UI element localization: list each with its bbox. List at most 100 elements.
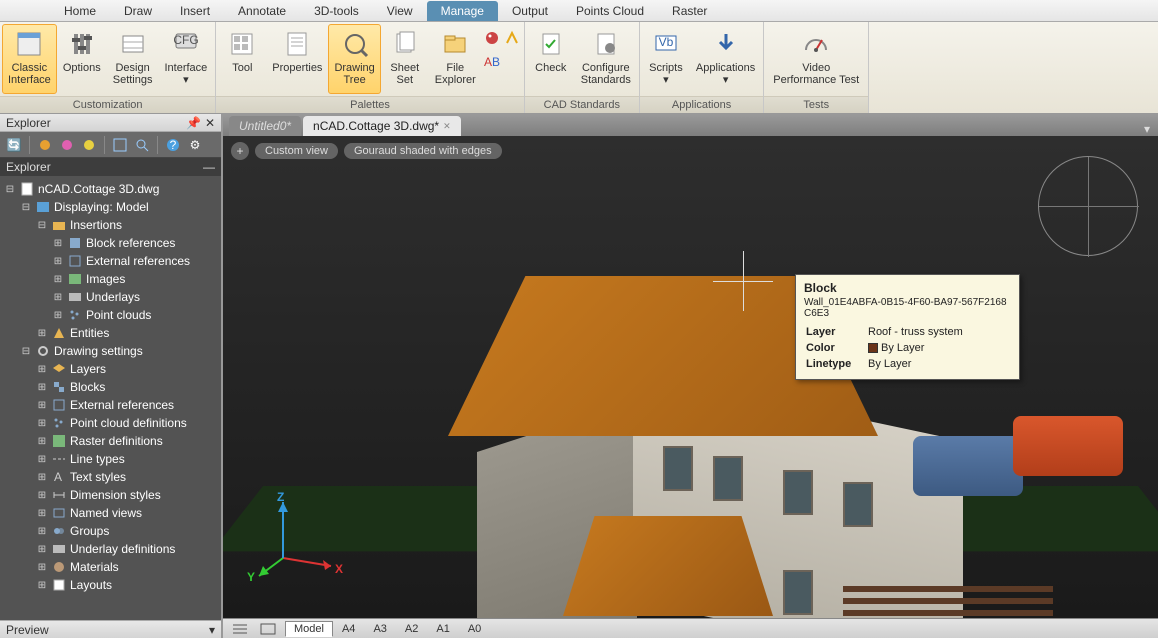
tree-twisty-icon[interactable]: ⊞ bbox=[52, 256, 64, 267]
tree-node[interactable]: ⊞Layers bbox=[2, 360, 219, 378]
close-icon[interactable]: ✕ bbox=[205, 116, 215, 130]
options-button[interactable]: Options bbox=[57, 24, 107, 94]
menu-annotate[interactable]: Annotate bbox=[224, 1, 300, 21]
tree-node[interactable]: ⊞Named views bbox=[2, 504, 219, 522]
check-button[interactable]: Check bbox=[527, 24, 575, 94]
menu-view[interactable]: View bbox=[373, 1, 427, 21]
tree-node[interactable]: ⊟Drawing settings bbox=[2, 342, 219, 360]
tree-twisty-icon[interactable]: ⊞ bbox=[36, 364, 48, 375]
tree-node[interactable]: ⊟Displaying: Model bbox=[2, 198, 219, 216]
palette-small-spark-icon[interactable] bbox=[502, 28, 522, 48]
tree-node[interactable]: ⊟nCAD.Cottage 3D.dwg bbox=[2, 180, 219, 198]
view-compass[interactable] bbox=[1038, 156, 1138, 256]
tree-twisty-icon[interactable]: ⊞ bbox=[36, 562, 48, 573]
menu-output[interactable]: Output bbox=[498, 1, 562, 21]
tree-node[interactable]: ⊞Layouts bbox=[2, 576, 219, 594]
menu-insert[interactable]: Insert bbox=[166, 1, 224, 21]
layout-tab-a2[interactable]: A2 bbox=[396, 621, 427, 637]
tree-node[interactable]: ⊞Underlay definitions bbox=[2, 540, 219, 558]
tree-twisty-icon[interactable]: ⊞ bbox=[36, 400, 48, 411]
tree-node[interactable]: ⊞Materials bbox=[2, 558, 219, 576]
tree-twisty-icon[interactable]: ⊟ bbox=[20, 346, 32, 357]
tree-node[interactable]: ⊞External references bbox=[2, 396, 219, 414]
tree-twisty-icon[interactable]: ⊟ bbox=[36, 220, 48, 231]
tree-node[interactable]: ⊞Line types bbox=[2, 450, 219, 468]
tree-twisty-icon[interactable]: ⊞ bbox=[36, 382, 48, 393]
tree-node[interactable]: ⊞Dimension styles bbox=[2, 486, 219, 504]
layout-tab-a4[interactable]: A4 bbox=[333, 621, 364, 637]
properties-button[interactable]: Properties bbox=[266, 24, 328, 94]
tree-node[interactable]: ⊞Point clouds bbox=[2, 306, 219, 324]
tree-twisty-icon[interactable]: ⊟ bbox=[20, 202, 32, 213]
tree-twisty-icon[interactable]: ⊞ bbox=[36, 544, 48, 555]
tree-node[interactable]: ⊞Groups bbox=[2, 522, 219, 540]
refresh-icon[interactable]: 🔄 bbox=[4, 135, 24, 155]
layout-grid-icon[interactable] bbox=[257, 621, 279, 637]
tree-twisty-icon[interactable]: ⊞ bbox=[52, 310, 64, 321]
tree-node[interactable]: ⊟Insertions bbox=[2, 216, 219, 234]
sheet-set-button[interactable]: Sheet Set bbox=[381, 24, 429, 94]
tabs-menu-icon[interactable]: ▾ bbox=[1136, 122, 1158, 136]
tree-twisty-icon[interactable]: ⊞ bbox=[36, 418, 48, 429]
tree-node[interactable]: ⊞Images bbox=[2, 270, 219, 288]
interface-button[interactable]: CFG Interface ▾ bbox=[158, 24, 213, 94]
layout-list-icon[interactable] bbox=[229, 621, 251, 637]
menu-home[interactable]: Home bbox=[50, 1, 110, 21]
tree-node[interactable]: ⊞Blocks bbox=[2, 378, 219, 396]
axis-gizmo[interactable]: Z X Y bbox=[253, 498, 333, 578]
viewport-add-icon[interactable]: + bbox=[231, 142, 249, 160]
layout-tab-model[interactable]: Model bbox=[285, 621, 333, 637]
tree-twisty-icon[interactable]: ⊞ bbox=[36, 508, 48, 519]
video-perf-button[interactable]: Video Performance Test bbox=[766, 24, 866, 94]
layout-tab-a0[interactable]: A0 bbox=[459, 621, 490, 637]
tree-twisty-icon[interactable]: ⊞ bbox=[36, 454, 48, 465]
file-explorer-button[interactable]: File Explorer bbox=[429, 24, 482, 94]
zoom-icon[interactable] bbox=[132, 135, 152, 155]
tree-node[interactable]: ⊞Raster definitions bbox=[2, 432, 219, 450]
configure-standards-button[interactable]: Configure Standards bbox=[575, 24, 637, 94]
tree-node[interactable]: ⊞AText styles bbox=[2, 468, 219, 486]
menu-3dtools[interactable]: 3D-tools bbox=[300, 1, 373, 21]
tree-twisty-icon[interactable]: ⊞ bbox=[52, 292, 64, 303]
minimize-icon[interactable]: — bbox=[203, 160, 215, 174]
expand-icon[interactable]: ▾ bbox=[209, 623, 215, 637]
tab-cottage[interactable]: nCAD.Cottage 3D.dwg*✕ bbox=[303, 116, 461, 136]
tree-twisty-icon[interactable]: ⊞ bbox=[36, 526, 48, 537]
tab-close-icon[interactable]: ✕ bbox=[443, 121, 451, 132]
viewport-3d[interactable]: + Custom view Gouraud shaded with edges bbox=[223, 136, 1158, 618]
menu-raster[interactable]: Raster bbox=[658, 1, 721, 21]
help-icon[interactable]: ? bbox=[163, 135, 183, 155]
tree-node[interactable]: ⊞Point cloud definitions bbox=[2, 414, 219, 432]
drawing-tree-button[interactable]: Drawing Tree bbox=[328, 24, 380, 94]
applications-button[interactable]: Applications ▾ bbox=[690, 24, 761, 94]
palette-small-paint-icon[interactable] bbox=[482, 28, 502, 48]
explorer-tree[interactable]: ⊟nCAD.Cottage 3D.dwg⊟Displaying: Model⊟I… bbox=[0, 176, 221, 620]
design-settings-button[interactable]: Design Settings bbox=[107, 24, 159, 94]
layout-tab-a1[interactable]: A1 bbox=[427, 621, 458, 637]
menu-manage[interactable]: Manage bbox=[427, 1, 498, 21]
palette-small-ab-icon[interactable]: AB bbox=[482, 52, 502, 72]
tree-node[interactable]: ⊞Block references bbox=[2, 234, 219, 252]
filter3-icon[interactable] bbox=[79, 135, 99, 155]
tab-untitled[interactable]: Untitled0* bbox=[229, 116, 301, 136]
tree-twisty-icon[interactable]: ⊞ bbox=[36, 490, 48, 501]
filter1-icon[interactable] bbox=[35, 135, 55, 155]
tree-node[interactable]: ⊞Underlays bbox=[2, 288, 219, 306]
tree-twisty-icon[interactable]: ⊞ bbox=[36, 328, 48, 339]
tree-twisty-icon[interactable]: ⊞ bbox=[52, 238, 64, 249]
tree-twisty-icon[interactable]: ⊟ bbox=[4, 184, 16, 195]
tool-button[interactable]: Tool bbox=[218, 24, 266, 94]
classic-interface-button[interactable]: Classic Interface bbox=[2, 24, 57, 94]
filter2-icon[interactable] bbox=[57, 135, 77, 155]
viewport-view-chip[interactable]: Custom view bbox=[255, 143, 338, 159]
zoom-extents-icon[interactable] bbox=[110, 135, 130, 155]
tree-twisty-icon[interactable]: ⊞ bbox=[36, 580, 48, 591]
tree-twisty-icon[interactable]: ⊞ bbox=[36, 436, 48, 447]
menu-points-cloud[interactable]: Points Cloud bbox=[562, 1, 658, 21]
menu-draw[interactable]: Draw bbox=[110, 1, 166, 21]
viewport-shade-chip[interactable]: Gouraud shaded with edges bbox=[344, 143, 502, 159]
layout-tab-a3[interactable]: A3 bbox=[364, 621, 395, 637]
tree-twisty-icon[interactable]: ⊞ bbox=[36, 472, 48, 483]
tree-twisty-icon[interactable]: ⊞ bbox=[52, 274, 64, 285]
pin-icon[interactable]: 📌 bbox=[186, 116, 201, 130]
